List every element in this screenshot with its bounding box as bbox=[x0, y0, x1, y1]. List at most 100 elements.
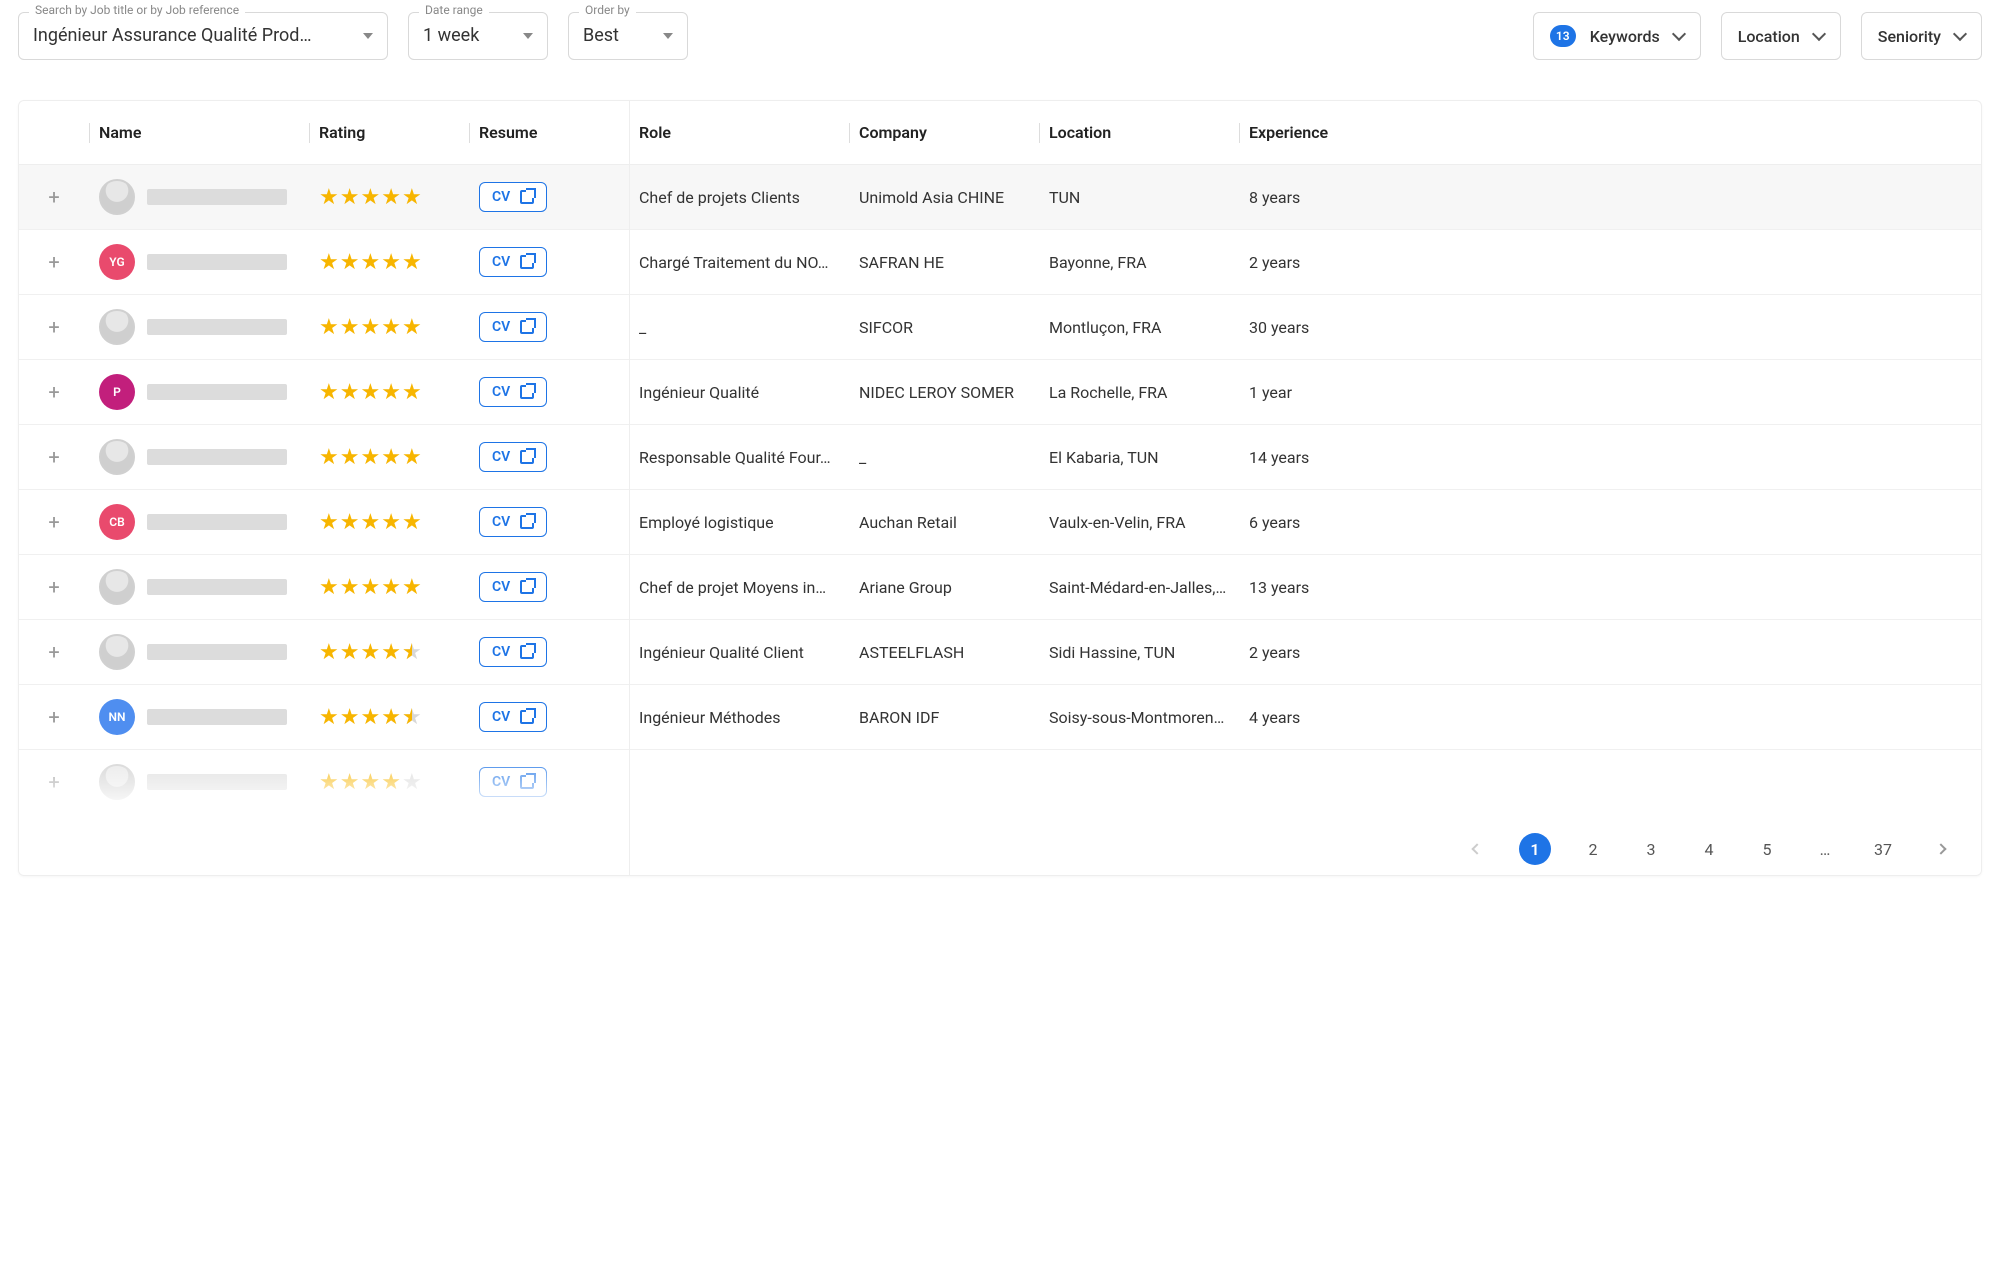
order-by-select[interactable]: Order by Best bbox=[568, 12, 688, 60]
open-cv-button[interactable]: CV bbox=[479, 702, 547, 732]
expand-row-button[interactable]: + bbox=[48, 512, 59, 532]
table-row[interactable]: + ★★★★★ CV Chef de projets Clients Unimo… bbox=[19, 165, 1981, 230]
table-row[interactable]: + YG ★★★★★ CV Chargé Traitement du NO… S… bbox=[19, 230, 1981, 295]
open-cv-button[interactable]: CV bbox=[479, 442, 547, 472]
page-prev[interactable] bbox=[1461, 833, 1493, 865]
location-cell: Bayonne, FRA bbox=[1039, 239, 1239, 286]
table-row[interactable]: + ★★★★★ CV Responsable Qualité Four… _ E… bbox=[19, 425, 1981, 490]
expand-row-button[interactable]: + bbox=[48, 187, 59, 207]
avatar bbox=[99, 179, 135, 215]
experience-cell: 8 years bbox=[1239, 174, 1349, 221]
role-cell: Chef de projet Moyens in… bbox=[629, 564, 849, 611]
company-cell: Auchan Retail bbox=[849, 499, 1039, 546]
open-cv-button[interactable]: CV bbox=[479, 247, 547, 277]
cv-label: CV bbox=[492, 449, 510, 465]
open-cv-button[interactable]: CV bbox=[479, 377, 547, 407]
table-row[interactable]: + ★★★★★★ CV Ingénieur Qualité Client AST… bbox=[19, 620, 1981, 685]
cv-label: CV bbox=[492, 254, 510, 270]
candidate-name-redacted bbox=[147, 319, 287, 335]
expand-row-button[interactable]: + bbox=[48, 642, 59, 662]
avatar bbox=[99, 569, 135, 605]
page-number[interactable]: 3 bbox=[1635, 833, 1667, 865]
column-divider bbox=[629, 101, 630, 875]
table-row[interactable]: + ★★★★★ CV _ SIFCOR Montluçon, FRA 30 ye… bbox=[19, 295, 1981, 360]
experience-cell: 4 years bbox=[1239, 694, 1349, 741]
page-ellipsis: … bbox=[1809, 833, 1841, 865]
company-cell: NIDEC LEROY SOMER bbox=[849, 369, 1039, 416]
company-cell: SIFCOR bbox=[849, 304, 1039, 351]
open-cv-button[interactable]: CV bbox=[479, 637, 547, 667]
candidate-name-redacted bbox=[147, 579, 287, 595]
table-row[interactable]: + ★★★★★ CV Chef de projet Moyens in… Ari… bbox=[19, 555, 1981, 620]
company-cell: BARON IDF bbox=[849, 694, 1039, 741]
page-number[interactable]: 37 bbox=[1867, 833, 1899, 865]
role-cell: Responsable Qualité Four… bbox=[629, 434, 849, 481]
page-number[interactable]: 2 bbox=[1577, 833, 1609, 865]
external-link-icon bbox=[520, 775, 534, 789]
page-next[interactable] bbox=[1925, 833, 1957, 865]
table-row[interactable]: + CB ★★★★★ CV Employé logistique Auchan … bbox=[19, 490, 1981, 555]
table-row[interactable]: + ★★★★★ CV bbox=[19, 750, 1981, 815]
table-row[interactable]: + NN ★★★★★★ CV Ingénieur Méthodes BARON … bbox=[19, 685, 1981, 750]
location-label: Location bbox=[1738, 27, 1800, 46]
page-number[interactable]: 5 bbox=[1751, 833, 1783, 865]
open-cv-button[interactable]: CV bbox=[479, 312, 547, 342]
rating-stars: ★★★★★★ bbox=[319, 640, 423, 665]
date-range-select[interactable]: Date range 1 week bbox=[408, 12, 548, 60]
experience-cell bbox=[1239, 768, 1349, 796]
candidate-name-redacted bbox=[147, 774, 287, 790]
expand-row-button[interactable]: + bbox=[48, 252, 59, 272]
company-cell: Ariane Group bbox=[849, 564, 1039, 611]
cv-label: CV bbox=[492, 644, 510, 660]
chevron-right-icon bbox=[1935, 843, 1946, 854]
expand-row-button[interactable]: + bbox=[48, 707, 59, 727]
company-cell bbox=[849, 768, 1039, 796]
page-number[interactable]: 4 bbox=[1693, 833, 1725, 865]
cv-label: CV bbox=[492, 579, 510, 595]
search-select[interactable]: Search by Job title or by Job reference … bbox=[18, 12, 388, 60]
expand-row-button[interactable]: + bbox=[48, 317, 59, 337]
cv-label: CV bbox=[492, 319, 510, 335]
pagination: 12345 … 37 bbox=[19, 815, 1981, 875]
experience-cell: 2 years bbox=[1239, 629, 1349, 676]
open-cv-button[interactable]: CV bbox=[479, 572, 547, 602]
table-row[interactable]: + P ★★★★★ CV Ingénieur Qualité NIDEC LER… bbox=[19, 360, 1981, 425]
cv-label: CV bbox=[492, 189, 510, 205]
chevron-down-icon bbox=[1953, 27, 1967, 41]
candidate-name-redacted bbox=[147, 449, 287, 465]
location-cell: El Kabaria, TUN bbox=[1039, 434, 1239, 481]
avatar: NN bbox=[99, 699, 135, 735]
caret-down-icon bbox=[663, 33, 673, 39]
order-by-value: Best bbox=[583, 25, 651, 46]
date-range-label: Date range bbox=[419, 3, 489, 17]
keywords-label: Keywords bbox=[1590, 27, 1660, 46]
avatar bbox=[99, 309, 135, 345]
seniority-filter-button[interactable]: Seniority bbox=[1861, 12, 1982, 60]
chevron-left-icon bbox=[1471, 843, 1482, 854]
keywords-filter-button[interactable]: 13 Keywords bbox=[1533, 12, 1701, 60]
role-cell: _ bbox=[629, 304, 849, 351]
open-cv-button[interactable]: CV bbox=[479, 182, 547, 212]
expand-row-button[interactable]: + bbox=[48, 577, 59, 597]
expand-row-button[interactable]: + bbox=[48, 447, 59, 467]
col-role: Role bbox=[629, 101, 849, 164]
open-cv-button[interactable]: CV bbox=[479, 767, 547, 797]
seniority-label: Seniority bbox=[1878, 27, 1941, 46]
location-cell: Vaulx-en-Velin, FRA bbox=[1039, 499, 1239, 546]
keywords-count-badge: 13 bbox=[1550, 25, 1576, 47]
role-cell: Ingénieur Qualité Client bbox=[629, 629, 849, 676]
open-cv-button[interactable]: CV bbox=[479, 507, 547, 537]
external-link-icon bbox=[520, 515, 534, 529]
external-link-icon bbox=[520, 580, 534, 594]
avatar: YG bbox=[99, 244, 135, 280]
expand-row-button[interactable]: + bbox=[48, 382, 59, 402]
expand-row-button[interactable]: + bbox=[48, 772, 59, 792]
filter-bar: Search by Job title or by Job reference … bbox=[18, 12, 1982, 60]
location-filter-button[interactable]: Location bbox=[1721, 12, 1841, 60]
location-cell: Saint-Médard-en-Jalles, FRA bbox=[1039, 564, 1239, 611]
experience-cell: 1 year bbox=[1239, 369, 1349, 416]
page-number[interactable]: 1 bbox=[1519, 833, 1551, 865]
col-name: Name bbox=[89, 101, 309, 164]
candidate-name-redacted bbox=[147, 189, 287, 205]
avatar: P bbox=[99, 374, 135, 410]
